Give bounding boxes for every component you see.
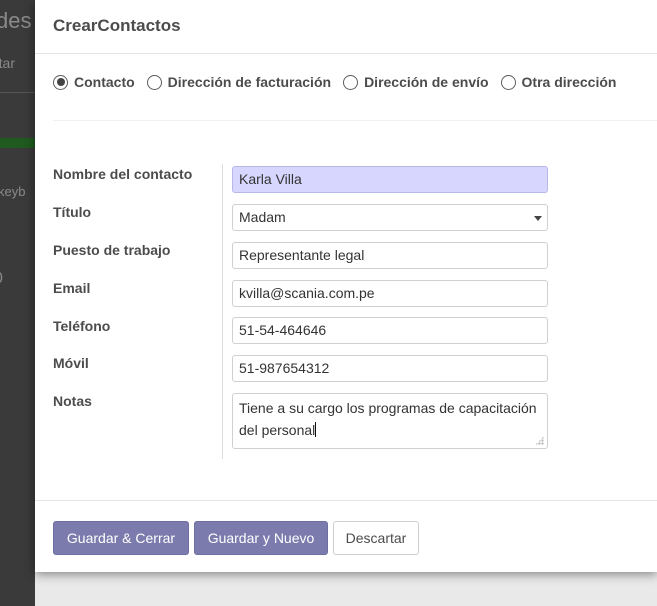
radio-button-checked[interactable] (53, 74, 68, 90)
notes-textarea[interactable]: Tiene a su cargo los programas de capaci… (232, 393, 548, 449)
radio-option-envio[interactable]: Dirección de envío (343, 74, 489, 90)
label-nombre: Nombre del contacto (53, 166, 193, 182)
label-email: Email (53, 280, 91, 296)
dialog-footer: Guardar & Cerrar Guardar y Nuevo Descart… (35, 500, 657, 572)
background-progress-bar (0, 138, 40, 148)
email-input[interactable]: kvilla@scania.com.pe (232, 280, 548, 307)
notes-text: Tiene a su cargo los programas de capaci… (239, 400, 537, 438)
radio-button[interactable] (343, 74, 359, 90)
background-number: 0 (0, 270, 3, 288)
label-movil: Móvil (53, 355, 89, 371)
mobile-input[interactable]: 51-987654312 (232, 355, 548, 382)
radio-label: Dirección de facturación (167, 74, 332, 90)
background-bottom-area (35, 572, 657, 606)
title-select[interactable]: Madam (232, 204, 548, 231)
background-divider (0, 92, 40, 93)
text-cursor (315, 422, 317, 437)
section-separator (53, 120, 657, 121)
save-close-button[interactable]: Guardar & Cerrar (53, 521, 189, 555)
form-vertical-divider (222, 164, 223, 459)
background-link: rtar (0, 55, 15, 71)
radio-option-otra[interactable]: Otra dirección (500, 74, 617, 90)
radio-option-contacto[interactable]: Contacto (53, 74, 135, 90)
discard-button[interactable]: Descartar (333, 521, 419, 555)
label-puesto: Puesto de trabajo (53, 242, 171, 258)
radio-button[interactable] (500, 74, 516, 90)
phone-input[interactable]: 51-54-464646 (232, 317, 548, 344)
background-title: des (0, 8, 32, 33)
radio-label: Otra dirección (521, 74, 617, 90)
dialog-header: CrearContactos (35, 0, 657, 54)
radio-button[interactable] (146, 74, 162, 90)
radio-option-facturacion[interactable]: Dirección de facturación (146, 74, 332, 90)
title-select-value: Madam (239, 209, 286, 225)
dialog-title: CrearContactos (53, 16, 181, 35)
label-titulo: Título (53, 204, 92, 220)
label-telefono: Teléfono (53, 318, 111, 334)
background-text: keyb (0, 184, 26, 199)
resize-grip-icon[interactable] (535, 436, 544, 445)
save-new-button[interactable]: Guardar y Nuevo (194, 521, 328, 555)
address-type-radio-group: Contacto Dirección de facturación Direcc… (53, 74, 628, 90)
contact-name-input[interactable]: Karla Villa (232, 166, 548, 193)
create-contact-dialog: CrearContactos Contacto Dirección de fac… (35, 0, 657, 572)
radio-label: Dirección de envío (364, 74, 489, 90)
job-position-input[interactable]: Representante legal (232, 242, 548, 269)
label-notas: Notas (53, 393, 92, 409)
radio-label: Contacto (74, 74, 135, 90)
chevron-down-icon[interactable] (534, 216, 542, 221)
